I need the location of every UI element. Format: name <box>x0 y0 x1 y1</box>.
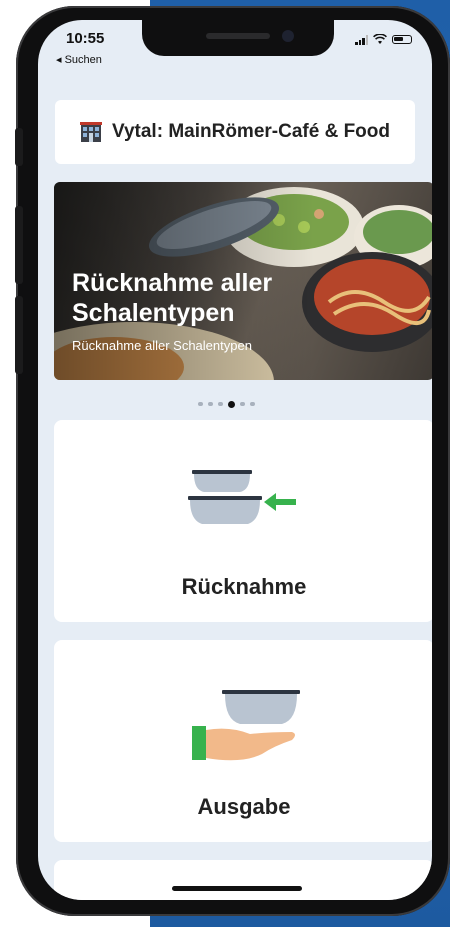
phone-volume-down <box>15 296 23 374</box>
carousel-dot[interactable] <box>218 402 223 406</box>
carousel-indicator[interactable] <box>198 401 255 408</box>
status-time: 10:55 <box>66 30 105 47</box>
phone-side-button <box>15 128 23 166</box>
store-title: Vytal: MainRömer-Café & Food <box>112 121 390 142</box>
phone-notch <box>142 20 334 56</box>
carousel-dot[interactable] <box>250 402 255 406</box>
signal-icon <box>355 34 368 45</box>
wifi-icon <box>373 34 387 44</box>
return-label: Rücknahme <box>181 574 307 599</box>
phone-volume-up <box>15 206 23 284</box>
store-title-card: Vytal: MainRömer-Café & Food <box>55 100 415 164</box>
handout-label: Ausgabe <box>197 794 291 819</box>
battery-icon <box>392 35 412 44</box>
next-action-card[interactable] <box>54 860 432 900</box>
carousel-dot[interactable] <box>198 402 203 406</box>
carousel-dot[interactable] <box>208 402 213 406</box>
carousel-dot-active[interactable] <box>228 401 235 408</box>
return-card[interactable]: Rücknahme <box>54 420 432 622</box>
back-to-search-link[interactable]: ◂ Suchen <box>56 53 102 66</box>
banner-subtitle: Rücknahme aller Schalentypen <box>72 338 252 353</box>
app-screen: 10:55 ◂ Suchen Vytal: MainRömer-Café & F… <box>38 20 432 900</box>
store-icon <box>80 122 102 142</box>
bowl-handout-icon <box>192 690 300 761</box>
carousel-dot[interactable] <box>240 402 245 406</box>
banner-headline: Rücknahme aller Schalentypen <box>72 269 273 327</box>
handout-card[interactable]: Ausgabe <box>54 640 432 842</box>
bowl-return-icon <box>188 470 296 524</box>
home-indicator[interactable] <box>172 886 302 891</box>
status-icons <box>355 34 412 45</box>
promo-banner[interactable]: Rücknahme aller Schalentypen Rücknahme a… <box>54 182 432 380</box>
